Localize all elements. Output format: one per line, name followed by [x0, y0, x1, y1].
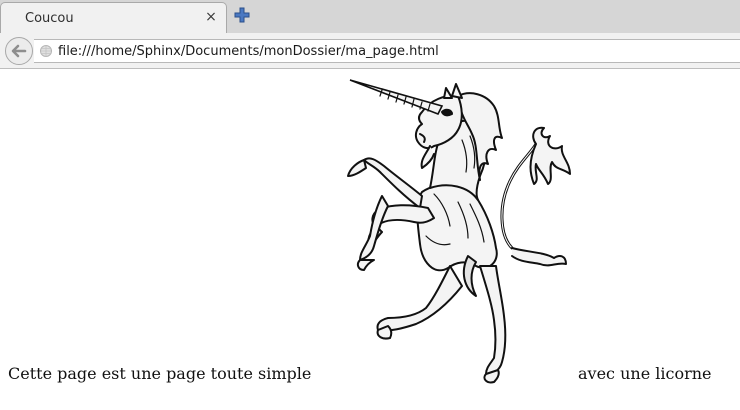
- url-text[interactable]: file:///home/Sphinx/Documents/monDossier…: [58, 44, 439, 59]
- unicorn-image: [347, 79, 571, 384]
- url-bar[interactable]: file:///home/Sphinx/Documents/monDossier…: [34, 39, 740, 63]
- page-text-left: Cette page est une page toute simple: [8, 364, 312, 383]
- tab-strip: Coucou ×: [0, 0, 740, 33]
- page-text-right: avec une licorne: [578, 364, 712, 383]
- navigation-bar: file:///home/Sphinx/Documents/monDossier…: [0, 33, 740, 69]
- browser-window: Coucou × file:///home/Sphinx/Documents/m…: [0, 0, 740, 410]
- back-button[interactable]: [5, 37, 33, 65]
- close-icon[interactable]: ×: [204, 9, 218, 25]
- new-tab-plus-icon[interactable]: [234, 7, 250, 23]
- back-arrow-icon: [11, 44, 27, 58]
- globe-icon: [40, 45, 52, 57]
- tab-title: Coucou: [25, 11, 74, 26]
- tab-coucou[interactable]: Coucou ×: [0, 2, 227, 33]
- page-content: Cette page est une page toute simple ave…: [0, 70, 740, 410]
